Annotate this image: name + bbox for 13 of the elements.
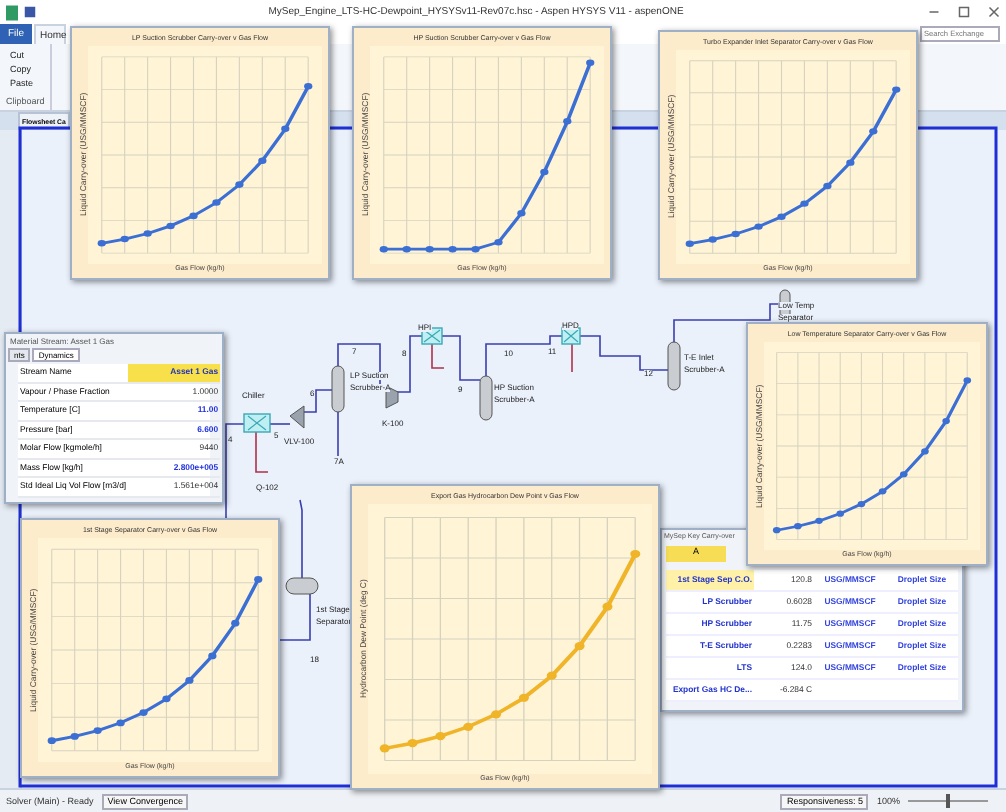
- vessel-icon: [285, 577, 319, 595]
- close-icon[interactable]: [988, 6, 1000, 18]
- vessel-icon: [331, 365, 345, 413]
- cooler-icon: [243, 413, 271, 433]
- maximize-icon[interactable]: [958, 6, 970, 18]
- vessel-icon: [479, 375, 493, 421]
- app-icon: [6, 3, 18, 21]
- cooler-icon: [561, 327, 581, 345]
- save-icon[interactable]: [24, 6, 36, 18]
- valve-icon: [289, 405, 305, 429]
- minimize-icon[interactable]: [928, 6, 940, 18]
- vessel-icon: [667, 341, 681, 391]
- cooler-icon: [421, 327, 443, 345]
